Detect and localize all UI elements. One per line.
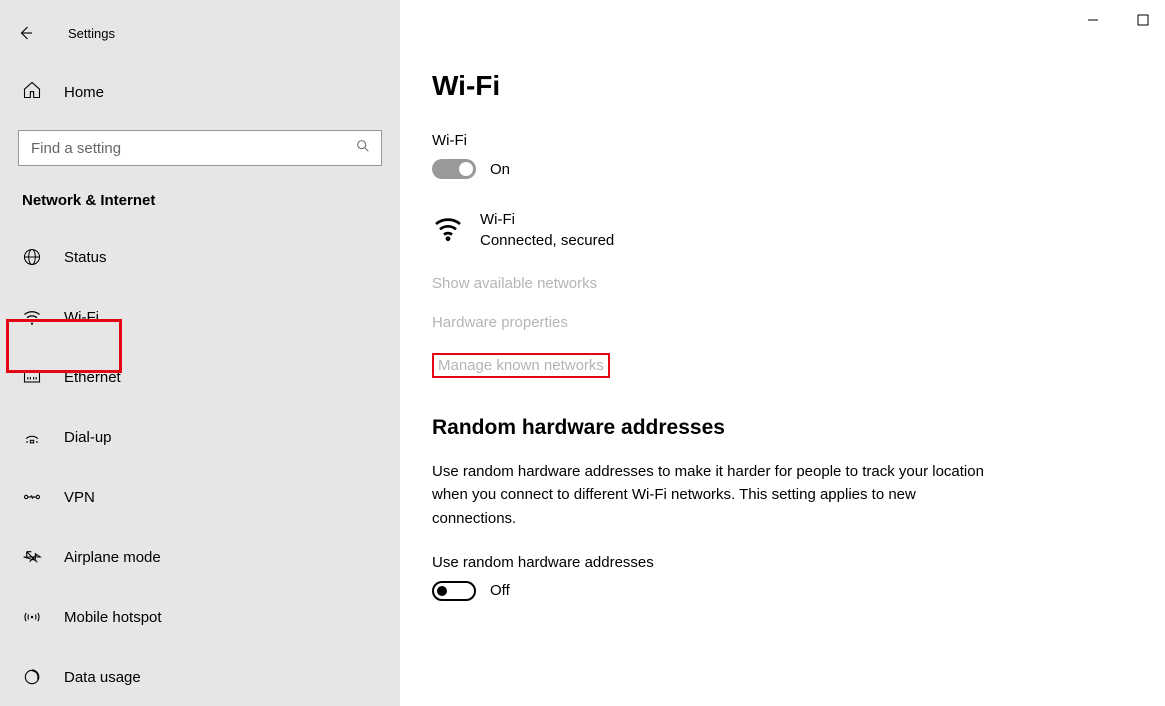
sidebar-item-label: Mobile hotspot <box>64 609 162 626</box>
random-addresses-title: Random hardware addresses <box>432 416 1125 440</box>
wifi-toggle-label: Wi-Fi <box>432 132 1125 149</box>
random-addresses-toggle[interactable] <box>432 581 476 601</box>
random-toggle-row: Off <box>432 581 1125 601</box>
content: Wi-Fi Wi-Fi On Wi-Fi Connected, secured … <box>400 0 1165 706</box>
maximize-button[interactable] <box>1129 10 1157 30</box>
wifi-toggle-state: On <box>490 161 510 178</box>
dialup-icon <box>22 427 42 447</box>
sidebar-item-datausage[interactable]: Data usage <box>0 653 400 701</box>
wifi-signal-icon <box>432 212 464 248</box>
ethernet-icon <box>22 367 42 387</box>
sidebar-item-label: Status <box>64 249 107 266</box>
random-addresses-description: Use random hardware addresses to make it… <box>432 460 992 530</box>
sidebar-item-status[interactable]: Status <box>0 233 400 281</box>
wifi-toggle-row: On <box>432 159 1125 179</box>
sidebar: Settings Home Network & Internet Status … <box>0 0 400 706</box>
vpn-icon <box>22 487 42 507</box>
back-button[interactable] <box>6 18 46 48</box>
wifi-toggle[interactable] <box>432 159 476 179</box>
home-link[interactable]: Home <box>0 68 400 116</box>
home-icon <box>22 80 42 104</box>
link-label: Hardware properties <box>432 314 568 331</box>
arrow-left-icon <box>17 24 35 42</box>
hardware-properties-link[interactable]: Hardware properties <box>432 314 1125 331</box>
app-title: Settings <box>68 26 115 41</box>
window-controls <box>1079 10 1157 30</box>
search-input[interactable] <box>29 139 355 158</box>
wifi-status-text: Wi-Fi Connected, secured <box>480 209 614 251</box>
page-title: Wi-Fi <box>432 70 1125 102</box>
home-label: Home <box>64 84 104 101</box>
maximize-icon <box>1137 14 1149 26</box>
sidebar-item-dialup[interactable]: Dial-up <box>0 413 400 461</box>
wifi-connection-status[interactable]: Wi-Fi Connected, secured <box>432 209 1125 251</box>
wifi-connection-desc: Connected, secured <box>480 230 614 251</box>
search-container <box>18 130 382 166</box>
nav: Status Wi-Fi Ethernet Dial-up VPN <box>0 233 400 701</box>
globe-icon <box>22 247 42 267</box>
sidebar-item-hotspot[interactable]: Mobile hotspot <box>0 593 400 641</box>
link-label: Manage known networks <box>432 353 610 378</box>
show-available-networks-link[interactable]: Show available networks <box>432 275 1125 292</box>
link-label: Show available networks <box>432 275 597 292</box>
random-toggle-state: Off <box>490 582 510 599</box>
sidebar-item-label: Data usage <box>64 669 141 686</box>
sidebar-item-label: Wi-Fi <box>64 309 99 326</box>
airplane-icon <box>22 547 42 567</box>
sidebar-item-ethernet[interactable]: Ethernet <box>0 353 400 401</box>
minimize-icon <box>1087 14 1099 26</box>
category-heading: Network & Internet <box>0 192 400 233</box>
hotspot-icon <box>22 607 42 627</box>
sidebar-item-label: Ethernet <box>64 369 121 386</box>
wifi-connection-name: Wi-Fi <box>480 209 614 230</box>
sidebar-item-wifi[interactable]: Wi-Fi <box>0 293 400 341</box>
sidebar-item-label: Airplane mode <box>64 549 161 566</box>
titlebar: Settings <box>0 10 400 68</box>
sidebar-item-label: Dial-up <box>64 429 112 446</box>
sidebar-item-vpn[interactable]: VPN <box>0 473 400 521</box>
datausage-icon <box>22 667 42 687</box>
sidebar-item-airplane[interactable]: Airplane mode <box>0 533 400 581</box>
search-icon <box>355 138 371 158</box>
sidebar-item-label: VPN <box>64 489 95 506</box>
random-toggle-label: Use random hardware addresses <box>432 554 1125 571</box>
search-box[interactable] <box>18 130 382 166</box>
minimize-button[interactable] <box>1079 10 1107 30</box>
wifi-icon <box>22 307 42 327</box>
manage-known-networks-link[interactable]: Manage known networks <box>432 353 1125 378</box>
